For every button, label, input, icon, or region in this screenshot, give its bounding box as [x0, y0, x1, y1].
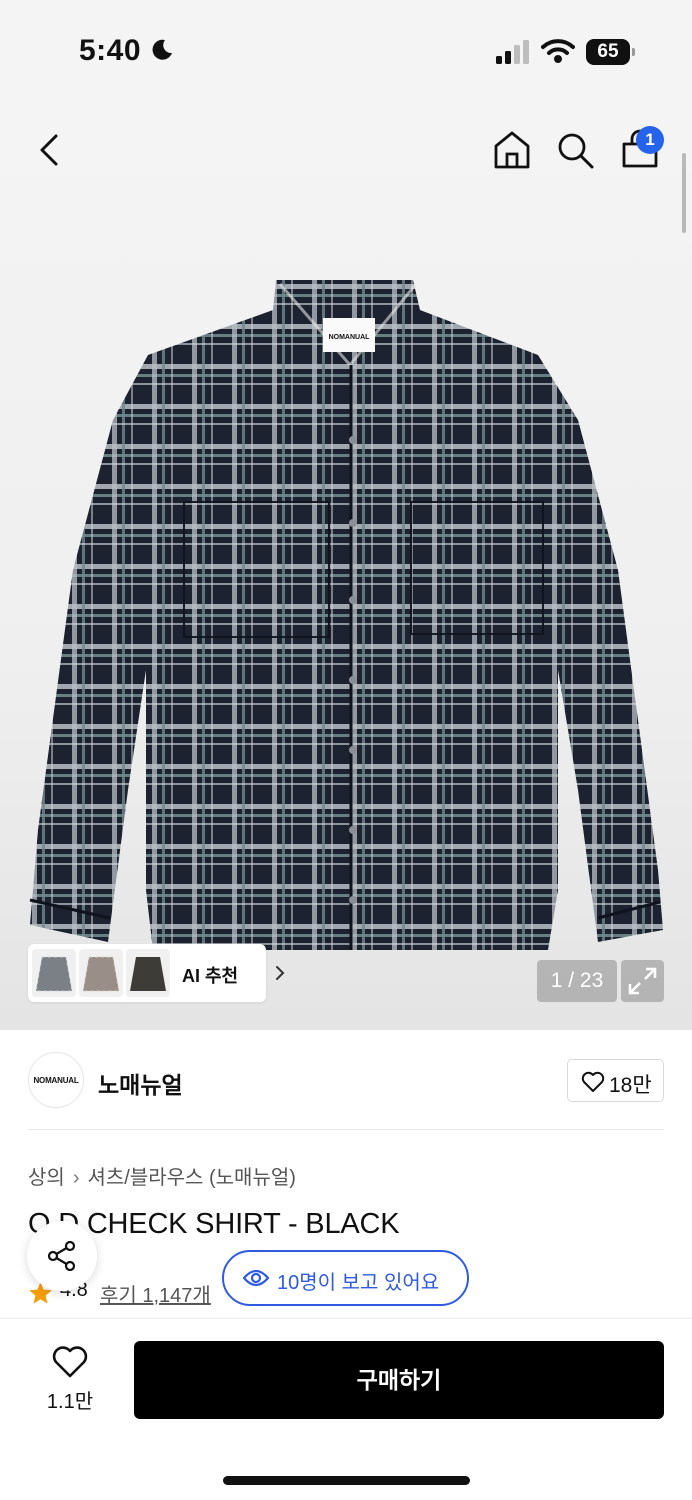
thumbnail-3[interactable]	[126, 949, 170, 997]
status-time: 5:40	[79, 34, 142, 67]
scrollbar[interactable]	[682, 153, 686, 233]
status-bar: 5:40 65	[0, 0, 692, 100]
heart-icon	[581, 1071, 605, 1092]
breadcrumb-subcategory[interactable]: 셔츠/블라우스 (노매뉴얼)	[87, 1167, 295, 1189]
share-button[interactable]	[27, 1221, 97, 1291]
viewers-badge: 10명이 보고 있어요	[222, 1250, 469, 1306]
back-icon[interactable]	[30, 128, 70, 172]
brand-name[interactable]: 노매뉴얼	[98, 1066, 183, 1100]
battery-level: 65	[586, 39, 630, 65]
page-counter: 1 / 23	[537, 960, 617, 1002]
moon-icon	[152, 39, 172, 60]
home-indicator[interactable]	[223, 1476, 470, 1485]
favorite-count: 1.1만	[46, 1391, 94, 1413]
battery-icon: 65	[586, 39, 636, 65]
review-link[interactable]: 후기 1,147개	[100, 1279, 211, 1308]
share-icon	[47, 1240, 76, 1272]
heart-icon	[52, 1346, 88, 1378]
expand-button[interactable]	[621, 960, 664, 1002]
chevron-right-icon	[276, 966, 285, 980]
home-icon[interactable]	[490, 128, 534, 172]
ai-recommend-card[interactable]: AI 추천	[28, 944, 285, 1002]
thumbnail-1[interactable]	[32, 949, 76, 997]
brand-like-count: 18만	[609, 1074, 652, 1097]
brand-logo[interactable]: NOMANUAL	[28, 1052, 84, 1108]
chevron-right-icon: ›	[72, 1167, 80, 1189]
breadcrumb: 상의 › 셔츠/블라우스 (노매뉴얼)	[28, 1161, 296, 1190]
ai-recommend-label[interactable]: AI 추천	[182, 962, 238, 988]
signal-icon	[496, 40, 529, 64]
battery-tip	[632, 48, 635, 56]
favorite-button[interactable]: 1.1만	[38, 1344, 102, 1414]
wifi-icon	[541, 39, 575, 63]
expand-icon	[628, 967, 657, 995]
search-icon[interactable]	[553, 128, 597, 172]
cart-badge: 1	[636, 126, 664, 154]
brand-like-button[interactable]: 18만	[567, 1059, 664, 1102]
breadcrumb-category[interactable]: 상의	[28, 1167, 65, 1189]
thumbnail-2[interactable]	[79, 949, 123, 997]
viewers-text: 10명이 보고 있어요	[277, 1272, 440, 1294]
product-image[interactable]: NOMANUAL	[18, 270, 674, 960]
buy-button[interactable]: 구매하기	[134, 1341, 664, 1419]
eye-icon	[243, 1269, 269, 1287]
shirt-brand-label: NOMANUAL	[329, 334, 371, 341]
divider	[28, 1129, 664, 1130]
